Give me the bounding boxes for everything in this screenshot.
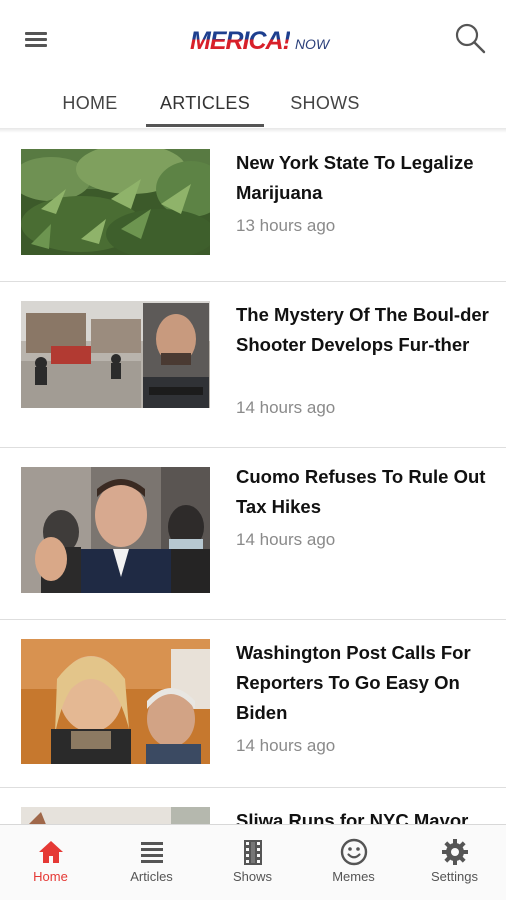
article-item[interactable]: Washington Post Calls For Reporters To G…	[0, 620, 506, 788]
bottom-navigation: Home Articles Shows Memes Settings	[0, 824, 506, 900]
boulder-scene-and-mugshot-photo	[21, 301, 210, 408]
film-icon	[244, 840, 262, 865]
article-item[interactable]: New York State To Legalize Marijuana 13 …	[0, 130, 506, 282]
article-timestamp: 14 hours ago	[236, 530, 336, 549]
top-tab-bar: HOME ARTICLES SHOWS	[0, 78, 506, 128]
article-thumbnail[interactable]	[21, 467, 210, 593]
search-icon[interactable]	[452, 20, 488, 56]
nav-settings-label: Settings	[431, 869, 478, 884]
nav-shows[interactable]: Shows	[202, 825, 303, 900]
nav-home-label: Home	[33, 869, 68, 884]
nav-shows-label: Shows	[232, 869, 273, 884]
article-title[interactable]: Sliwa Runs for NYC Mayor	[236, 806, 492, 824]
cannabis-plants-photo	[21, 149, 210, 255]
article-title[interactable]: New York State To Legalize Marijuana	[236, 148, 492, 208]
article-item[interactable]: Cuomo Refuses To Rule Out Tax Hikes 14 h…	[0, 448, 506, 620]
street-photo	[21, 807, 210, 824]
nav-memes-label: Memes	[332, 869, 375, 884]
gear-icon	[442, 839, 468, 865]
article-title[interactable]: Cuomo Refuses To Rule Out Tax Hikes	[236, 462, 492, 522]
article-timestamp: 13 hours ago	[236, 216, 336, 235]
article-timestamp: 14 hours ago	[236, 736, 336, 755]
logo-wordmark: MERICA!	[190, 27, 291, 55]
tab-articles[interactable]: ARTICLES	[146, 78, 264, 128]
smiley-icon	[340, 838, 368, 866]
nav-settings[interactable]: Settings	[404, 825, 505, 900]
cuomo-speaking-photo	[21, 467, 210, 593]
article-item[interactable]: The Mystery Of The Boul-der Shooter Deve…	[0, 282, 506, 448]
article-thumbnail[interactable]	[21, 301, 210, 408]
active-tab-indicator	[146, 124, 264, 127]
article-list[interactable]: New York State To Legalize Marijuana 13 …	[0, 130, 506, 824]
app-logo[interactable]: MERICA! NOW	[190, 26, 329, 54]
article-thumbnail[interactable]	[21, 807, 210, 824]
nav-home[interactable]: Home	[0, 825, 101, 900]
reporters-photo	[21, 639, 210, 764]
article-thumbnail[interactable]	[21, 149, 210, 255]
hamburger-menu-icon[interactable]	[22, 26, 52, 52]
article-timestamp: 14 hours ago	[236, 398, 336, 417]
nav-articles[interactable]: Articles	[101, 825, 202, 900]
article-title[interactable]: Washington Post Calls For Reporters To G…	[236, 638, 492, 728]
article-title[interactable]: The Mystery Of The Boul-der Shooter Deve…	[236, 300, 492, 360]
app-header: MERICA! NOW	[0, 0, 506, 78]
article-item[interactable]: Sliwa Runs for NYC Mayor	[0, 788, 506, 824]
list-icon	[141, 842, 163, 863]
nav-articles-label: Articles	[130, 869, 173, 884]
home-icon	[39, 841, 63, 863]
article-thumbnail[interactable]	[21, 639, 210, 764]
nav-memes[interactable]: Memes	[303, 825, 404, 900]
tab-shows[interactable]: SHOWS	[270, 78, 380, 128]
logo-subtitle: NOW	[294, 36, 330, 52]
tab-home[interactable]: HOME	[44, 78, 136, 128]
